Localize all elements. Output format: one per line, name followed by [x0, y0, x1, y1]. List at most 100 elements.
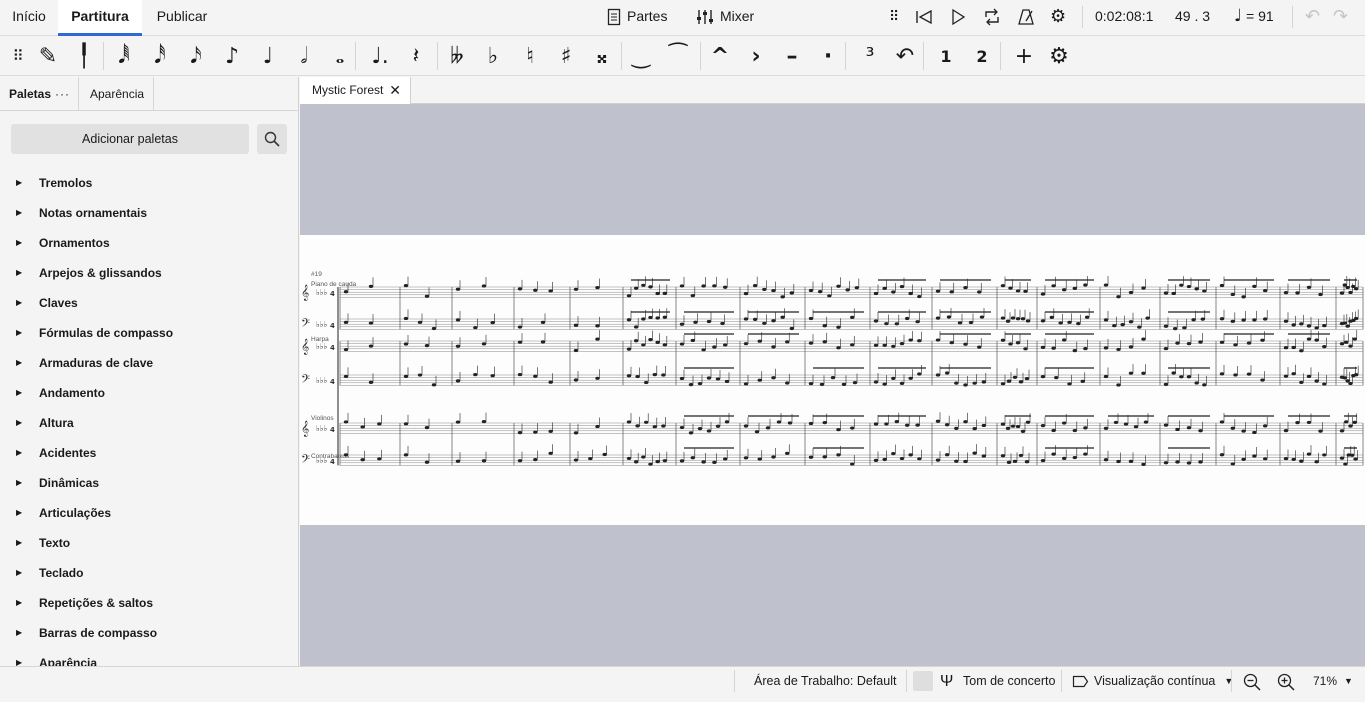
- flat-icon[interactable]: ♭: [475, 36, 511, 76]
- voice-2-icon[interactable]: 2: [964, 36, 1000, 76]
- note-head: [946, 315, 952, 319]
- play-button[interactable]: [949, 0, 967, 33]
- pencil-icon[interactable]: ✎: [30, 36, 66, 76]
- add-icon[interactable]: +: [1006, 36, 1042, 76]
- natural-icon[interactable]: ♮: [512, 36, 548, 76]
- tab-appearance[interactable]: Aparência: [90, 77, 144, 111]
- score-notation[interactable]: #19 Piano de cauda Harpa Violinos Contra…: [300, 235, 1365, 525]
- palette-item[interactable]: ▶ Acidentes: [0, 438, 298, 468]
- palette-item[interactable]: ▶ Ornamentos: [0, 228, 298, 258]
- note-head: [1322, 345, 1327, 349]
- note-head: [533, 374, 538, 378]
- palette-item[interactable]: ▶ Barras de compasso: [0, 618, 298, 648]
- accent-icon[interactable]: ›: [738, 36, 774, 76]
- note-head: [1083, 426, 1088, 430]
- note-head: [712, 460, 717, 464]
- note-head: [1040, 375, 1046, 379]
- sharp-icon[interactable]: ♯: [548, 36, 584, 76]
- sixteenth-note-icon[interactable]: 𝅘𝅥𝅯: [178, 36, 214, 76]
- undo-button[interactable]: ↶: [1305, 0, 1320, 33]
- add-palettes-button[interactable]: Adicionar paletas: [11, 124, 249, 154]
- zoom-out-button[interactable]: [1243, 673, 1261, 702]
- staccato-icon[interactable]: ·: [810, 36, 846, 76]
- input-cursor-icon[interactable]: ╿: [66, 36, 102, 76]
- note-head: [1141, 462, 1146, 466]
- note-head: [573, 378, 579, 382]
- palette-item[interactable]: ▶ Repetições & saltos: [0, 588, 298, 618]
- zoom-level-dropdown[interactable]: 71% ▼: [1313, 667, 1353, 696]
- tuplet-icon[interactable]: ³: [852, 36, 888, 76]
- tenuto-icon[interactable]: –: [774, 36, 810, 76]
- palette-item[interactable]: ▶ Tremolos: [0, 168, 298, 198]
- loop-button[interactable]: [982, 0, 1002, 33]
- thirty-second-note-icon[interactable]: 𝅘𝅥𝅰: [142, 36, 178, 76]
- quarter-note-icon[interactable]: ♩: [250, 36, 286, 76]
- voice-1-icon[interactable]: 1: [928, 36, 964, 76]
- palette-item[interactable]: ▶ Texto: [0, 528, 298, 558]
- note-head: [954, 381, 959, 385]
- note-head: [873, 319, 879, 323]
- note-head: [548, 380, 553, 384]
- tab-publish[interactable]: Publicar: [142, 0, 222, 36]
- palette-item[interactable]: ▶ Articulações: [0, 498, 298, 528]
- key-signature-icon: ♭♭♭: [316, 424, 328, 433]
- palette-item[interactable]: ▶ Aparência: [0, 648, 298, 666]
- palette-item[interactable]: ▶ Claves: [0, 288, 298, 318]
- close-icon[interactable]: ✕: [389, 77, 401, 104]
- settings-icon[interactable]: ⚙: [1041, 36, 1077, 76]
- palette-item[interactable]: ▶ Andamento: [0, 378, 298, 408]
- palette-item-label: Andamento: [39, 386, 105, 400]
- note-head: [688, 431, 694, 435]
- note-head: [1083, 346, 1088, 351]
- note-head: [1020, 317, 1026, 321]
- marcato-icon[interactable]: ^: [702, 36, 738, 76]
- zoom-out-icon: [1243, 673, 1261, 691]
- redo-button[interactable]: ↷: [1333, 0, 1348, 33]
- note-head: [752, 284, 758, 288]
- playback-drag-handle-icon[interactable]: ⠿: [889, 0, 899, 33]
- note-head: [765, 426, 771, 430]
- note-head: [1163, 291, 1169, 295]
- palette-item[interactable]: ▶ Armaduras de clave: [0, 348, 298, 378]
- playback-settings-button[interactable]: ⚙: [1050, 0, 1066, 33]
- palette-item[interactable]: ▶ Dinâmicas: [0, 468, 298, 498]
- palette-item-label: Dinâmicas: [39, 476, 100, 490]
- score-page[interactable]: #19 Piano de cauda Harpa Violinos Contra…: [300, 235, 1365, 525]
- score-canvas[interactable]: #19 Piano de cauda Harpa Violinos Contra…: [300, 104, 1365, 666]
- mixer-button[interactable]: Mixer: [696, 0, 754, 33]
- rest-icon[interactable]: 𝄽: [398, 36, 434, 76]
- document-tab[interactable]: Mystic Forest ✕: [300, 77, 411, 104]
- palette-item[interactable]: ▶ Fórmulas de compasso: [0, 318, 298, 348]
- note-head: [661, 373, 666, 377]
- tab-home[interactable]: Início: [0, 0, 58, 36]
- palette-item[interactable]: ▶ Arpejos & glissandos: [0, 258, 298, 288]
- eighth-note-icon[interactable]: ♪: [214, 36, 250, 76]
- note-head: [977, 345, 982, 349]
- metronome-button[interactable]: [1017, 0, 1035, 33]
- palette-item[interactable]: ▶ Notas ornamentais: [0, 198, 298, 228]
- palette-item[interactable]: ▶ Teclado: [0, 558, 298, 588]
- tab-palettes[interactable]: Paletas: [9, 77, 51, 111]
- concert-pitch-label[interactable]: Tom de concerto: [963, 667, 1055, 696]
- augmentation-dot-icon[interactable]: ♩.: [362, 36, 398, 76]
- half-note-icon[interactable]: 𝅗𝅥: [286, 36, 322, 76]
- palette-item[interactable]: ▶ Altura: [0, 408, 298, 438]
- workspace-selector[interactable]: Área de Trabalho: Default: [754, 667, 896, 696]
- slur-icon[interactable]: ⁀: [660, 36, 696, 76]
- double-flat-icon[interactable]: 𝄫: [439, 36, 475, 76]
- tie-icon[interactable]: ‿: [623, 36, 659, 76]
- rewind-button[interactable]: [914, 0, 934, 33]
- parts-button[interactable]: Partes: [607, 0, 667, 33]
- flip-direction-icon[interactable]: ↶: [887, 36, 923, 76]
- note-head: [517, 340, 523, 344]
- whole-note-icon[interactable]: 𝅝: [322, 36, 358, 76]
- concert-pitch-checkbox[interactable]: [913, 671, 933, 691]
- zoom-in-button[interactable]: [1277, 673, 1295, 702]
- double-sharp-icon[interactable]: 𝄪: [584, 36, 620, 76]
- note-head: [827, 294, 832, 298]
- palette-search-button[interactable]: [257, 124, 287, 154]
- view-mode-dropdown[interactable]: Visualização contínua ▼: [1072, 667, 1233, 696]
- tab-score[interactable]: Partitura: [58, 0, 142, 36]
- palettes-more-button[interactable]: ···: [55, 77, 70, 111]
- sixty-fourth-note-icon[interactable]: 𝅘𝅥𝅱: [106, 36, 142, 76]
